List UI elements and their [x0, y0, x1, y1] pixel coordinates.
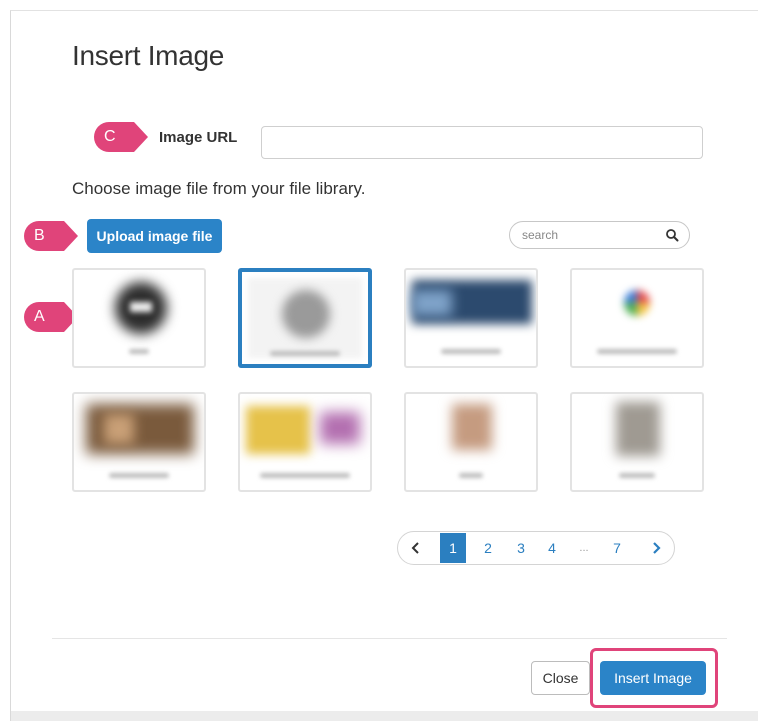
image-thumbnail-5[interactable]	[72, 392, 206, 492]
image-thumbnail-6[interactable]	[238, 392, 372, 492]
pagination: 1 2 3 4 ... 7	[397, 531, 675, 565]
insert-image-button[interactable]: Insert Image	[600, 661, 706, 695]
page-4[interactable]: 4	[539, 532, 565, 564]
annotation-marker-b: B	[24, 221, 78, 251]
chevron-left-icon[interactable]	[411, 542, 421, 554]
choose-file-instruction: Choose image file from your file library…	[72, 179, 366, 198]
chevron-right-icon[interactable]	[651, 542, 661, 554]
image-thumbnail-8[interactable]	[570, 392, 704, 492]
image-thumbnail-7[interactable]	[404, 392, 538, 492]
dialog-title: Insert Image	[72, 40, 225, 71]
page-ellipsis: ...	[579, 542, 589, 554]
image-url-label: Image URL	[159, 129, 238, 146]
page-7[interactable]: 7	[604, 532, 630, 564]
image-thumbnail-3[interactable]	[404, 268, 538, 368]
page-3[interactable]: 3	[508, 532, 534, 564]
image-url-input[interactable]	[261, 126, 703, 159]
page-1[interactable]: 1	[440, 533, 466, 563]
search-field[interactable]: search	[509, 221, 690, 249]
search-icon[interactable]	[665, 228, 679, 242]
image-thumbnail-1[interactable]	[72, 268, 206, 368]
footer-divider	[52, 638, 727, 639]
page-2[interactable]: 2	[475, 532, 501, 564]
image-thumbnail-4[interactable]	[570, 268, 704, 368]
search-input[interactable]: search	[522, 228, 558, 242]
annotation-marker-a: A	[24, 302, 78, 332]
annotation-marker-c: C	[94, 122, 148, 152]
close-button[interactable]: Close	[531, 661, 590, 695]
upload-image-button[interactable]: Upload image file	[87, 219, 222, 253]
image-thumbnail-2[interactable]	[238, 268, 372, 368]
